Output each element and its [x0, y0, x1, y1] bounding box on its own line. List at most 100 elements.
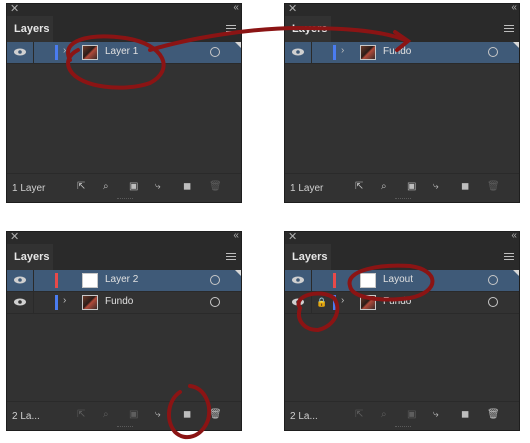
- target-circle-icon[interactable]: [488, 47, 498, 57]
- expand-triangle-icon[interactable]: ›: [341, 45, 344, 56]
- layer-color-bar: [55, 273, 58, 288]
- layers-panel-1: ✕ ‹‹ Layers › Layer 1 1 Layer ⇱ ⌕ ▣ ⤷ ◼ …: [6, 2, 242, 203]
- eye-icon[interactable]: [13, 47, 27, 57]
- tab-layers[interactable]: Layers: [285, 16, 331, 42]
- trash-icon[interactable]: 🗑: [487, 409, 500, 420]
- lock-cell[interactable]: [311, 270, 332, 291]
- layer-row[interactable]: Layout: [285, 270, 519, 292]
- locate-object-icon[interactable]: ⌕: [103, 181, 109, 192]
- target-circle-icon[interactable]: [210, 297, 220, 307]
- locate-object-icon[interactable]: ⌕: [103, 409, 109, 420]
- new-layer-icon[interactable]: ◼: [183, 181, 191, 192]
- target-circle-icon[interactable]: [210, 47, 220, 57]
- layer-name[interactable]: Layer 1: [105, 46, 138, 57]
- new-layer-icon[interactable]: ◼: [461, 181, 469, 192]
- resize-grip[interactable]: [395, 198, 411, 202]
- layer-thumbnail: [360, 295, 376, 310]
- layer-color-bar: [55, 45, 58, 60]
- lock-icon[interactable]: 🔒: [316, 297, 327, 308]
- tab-row: Layers: [285, 16, 519, 42]
- eye-icon[interactable]: [291, 275, 305, 285]
- panel-footer: 2 La... ⇱ ⌕ ▣ ⤷ ◼ 🗑: [7, 401, 241, 430]
- export-icon[interactable]: ⇱: [355, 409, 363, 420]
- trash-icon[interactable]: 🗑: [487, 181, 500, 192]
- expand-triangle-icon[interactable]: ›: [63, 295, 66, 306]
- layer-row[interactable]: › Fundo: [285, 42, 519, 64]
- clipping-mask-icon[interactable]: ▣: [129, 409, 138, 420]
- layer-name[interactable]: Layout: [383, 274, 413, 285]
- clipping-mask-icon[interactable]: ▣: [407, 181, 416, 192]
- expand-triangle-icon[interactable]: ›: [63, 45, 66, 56]
- resize-grip[interactable]: [395, 426, 411, 430]
- eye-icon[interactable]: [13, 297, 27, 307]
- expand-triangle-icon[interactable]: ›: [341, 295, 344, 306]
- panel-menu-icon[interactable]: [226, 25, 236, 33]
- new-sublayer-icon[interactable]: ⤷: [155, 181, 161, 192]
- export-icon[interactable]: ⇱: [77, 181, 85, 192]
- new-sublayer-icon[interactable]: ⤷: [433, 181, 439, 192]
- clipping-mask-icon[interactable]: ▣: [407, 409, 416, 420]
- close-icon[interactable]: ✕: [288, 2, 297, 15]
- layer-name[interactable]: Fundo: [105, 296, 133, 307]
- layer-row[interactable]: › Layer 1: [7, 42, 241, 64]
- panel-menu-icon[interactable]: [226, 253, 236, 261]
- selection-corner-icon: [235, 270, 241, 276]
- selection-corner-icon: [235, 42, 241, 48]
- panel-menu-icon[interactable]: [504, 25, 514, 33]
- target-circle-icon[interactable]: [488, 275, 498, 285]
- lock-cell[interactable]: [33, 270, 54, 291]
- panel-titlebar: ✕ ‹‹: [7, 2, 241, 16]
- target-circle-icon[interactable]: [488, 297, 498, 307]
- layer-name[interactable]: Layer 2: [105, 274, 138, 285]
- lock-cell[interactable]: [33, 292, 54, 313]
- tab-row: Layers: [7, 16, 241, 42]
- clipping-mask-icon[interactable]: ▣: [129, 181, 138, 192]
- double-chevron-icon[interactable]: ‹‹: [511, 2, 517, 13]
- panel-footer: 2 La... ⇱ ⌕ ▣ ⤷ ◼ 🗑: [285, 401, 519, 430]
- layer-color-bar: [55, 295, 58, 310]
- layer-color-bar: [333, 273, 336, 288]
- tab-layers[interactable]: Layers: [7, 244, 53, 270]
- lock-cell[interactable]: [311, 42, 332, 63]
- new-sublayer-icon[interactable]: ⤷: [155, 409, 161, 420]
- close-icon[interactable]: ✕: [288, 230, 297, 243]
- export-icon[interactable]: ⇱: [77, 409, 85, 420]
- layer-name[interactable]: Fundo: [383, 46, 411, 57]
- eye-icon[interactable]: [291, 297, 305, 307]
- new-layer-icon[interactable]: ◼: [461, 409, 469, 420]
- lock-cell[interactable]: [33, 42, 54, 63]
- locate-object-icon[interactable]: ⌕: [381, 409, 387, 420]
- close-icon[interactable]: ✕: [10, 230, 19, 243]
- tab-layers[interactable]: Layers: [7, 16, 53, 42]
- layer-row[interactable]: › Fundo: [7, 292, 241, 314]
- double-chevron-icon[interactable]: ‹‹: [233, 230, 239, 241]
- layer-row[interactable]: 🔒 › Fundo: [285, 292, 519, 314]
- resize-grip[interactable]: [117, 198, 133, 202]
- new-sublayer-icon[interactable]: ⤷: [433, 409, 439, 420]
- trash-icon[interactable]: 🗑: [209, 409, 222, 420]
- double-chevron-icon[interactable]: ‹‹: [511, 230, 517, 241]
- layer-color-bar: [333, 45, 336, 60]
- close-icon[interactable]: ✕: [10, 2, 19, 15]
- layer-thumbnail: [82, 45, 98, 60]
- layer-thumbnail: [360, 273, 376, 288]
- layer-count: 2 La...: [12, 411, 40, 422]
- target-circle-icon[interactable]: [210, 275, 220, 285]
- layer-row[interactable]: Layer 2: [7, 270, 241, 292]
- selection-corner-icon: [513, 270, 519, 276]
- layer-thumbnail: [360, 45, 376, 60]
- new-layer-icon[interactable]: ◼: [183, 409, 191, 420]
- eye-icon[interactable]: [13, 275, 27, 285]
- locate-object-icon[interactable]: ⌕: [381, 181, 387, 192]
- double-chevron-icon[interactable]: ‹‹: [233, 2, 239, 13]
- trash-icon[interactable]: 🗑: [209, 181, 222, 192]
- panel-menu-icon[interactable]: [504, 253, 514, 261]
- layer-count: 1 Layer: [290, 183, 324, 194]
- eye-icon[interactable]: [291, 47, 305, 57]
- layer-name[interactable]: Fundo: [383, 296, 411, 307]
- tab-layers[interactable]: Layers: [285, 244, 331, 270]
- export-icon[interactable]: ⇱: [355, 181, 363, 192]
- selection-corner-icon: [513, 42, 519, 48]
- resize-grip[interactable]: [117, 426, 133, 430]
- layer-count: 1 Layer: [12, 183, 46, 194]
